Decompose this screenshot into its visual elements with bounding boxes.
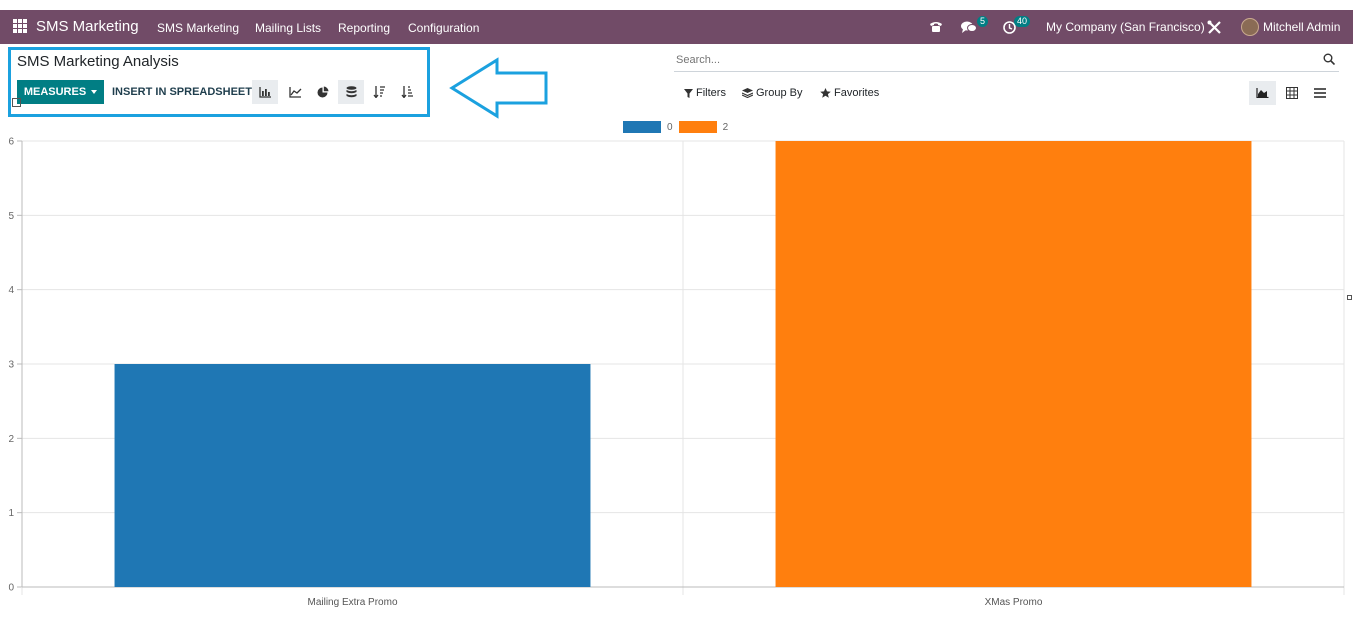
insert-in-spreadsheet-button[interactable]: INSERT IN SPREADSHEET <box>112 86 252 98</box>
pie-chart-icon <box>317 86 329 98</box>
menu-mailing-lists[interactable]: Mailing Lists <box>255 21 321 35</box>
filter-icon <box>684 88 693 98</box>
sort-descending-button[interactable] <box>366 80 392 104</box>
sort-ascending-button[interactable] <box>394 80 420 104</box>
app-brand[interactable]: SMS Marketing <box>36 18 139 35</box>
list-icon <box>1313 88 1326 98</box>
line-chart-icon <box>288 86 301 98</box>
pivot-view-button[interactable] <box>1278 81 1305 105</box>
apps-menu-icon[interactable] <box>13 19 27 33</box>
debug-tools-icon[interactable] <box>1207 20 1222 35</box>
favorites-button[interactable]: Favorites <box>820 87 879 99</box>
annotation-arrow-icon <box>449 57 548 119</box>
resize-handle[interactable] <box>1347 295 1352 300</box>
x-tick-label: XMas Promo <box>985 597 1043 608</box>
filters-label: Filters <box>696 87 726 99</box>
y-tick-label: 4 <box>8 285 14 296</box>
search-icon[interactable] <box>1323 53 1335 65</box>
measures-label: MEASURES <box>23 86 87 98</box>
company-switcher[interactable]: My Company (San Francisco) <box>1046 10 1205 44</box>
top-strip <box>0 0 1353 10</box>
list-view-button[interactable] <box>1306 81 1333 105</box>
group-by-label: Group By <box>756 87 803 99</box>
phone-icon[interactable] <box>929 20 943 33</box>
table-grid-icon <box>1285 87 1298 99</box>
layers-icon <box>742 88 753 98</box>
bar-chart-icon <box>258 86 271 98</box>
database-stack-icon <box>346 86 356 98</box>
y-tick-label: 1 <box>8 508 14 519</box>
line-chart-button[interactable] <box>282 80 308 104</box>
expand-icon[interactable] <box>12 98 21 107</box>
y-tick-label: 6 <box>8 137 14 148</box>
filters-button[interactable]: Filters <box>684 87 726 99</box>
chat-icon[interactable] <box>961 21 977 34</box>
navbar: SMS Marketing SMS Marketing Mailing List… <box>0 10 1353 44</box>
user-avatar[interactable] <box>1241 18 1259 36</box>
user-menu[interactable]: Mitchell Admin <box>1263 10 1340 44</box>
bar-series-0-0 <box>114 364 591 587</box>
stacked-button[interactable] <box>338 80 364 104</box>
sort-descending-icon <box>373 86 385 98</box>
favorites-label: Favorites <box>834 87 880 99</box>
search-input[interactable] <box>676 54 1296 66</box>
messages-badge: 5 <box>977 16 989 27</box>
pie-chart-button[interactable] <box>310 80 336 104</box>
graph-view-button[interactable] <box>1249 81 1276 105</box>
group-by-button[interactable]: Group By <box>742 87 802 99</box>
measures-button[interactable]: MEASURES <box>17 80 104 104</box>
activities-badge: 40 <box>1014 16 1031 27</box>
page-title: SMS Marketing Analysis <box>17 53 179 70</box>
search-bar <box>674 50 1339 72</box>
y-tick-label: 5 <box>8 211 14 222</box>
y-tick-label: 0 <box>8 583 14 594</box>
bar-chart: 0 1 2 3 4 5 6 Mailing Extra Promo XMas Promo <box>8 137 1345 608</box>
menu-sms-marketing[interactable]: SMS Marketing <box>157 21 239 35</box>
bar-chart-button[interactable] <box>252 80 278 104</box>
menu-configuration[interactable]: Configuration <box>408 21 479 35</box>
area-chart-icon <box>1256 88 1269 98</box>
bar-series-2-1 <box>775 141 1252 587</box>
caret-down-icon <box>91 90 98 94</box>
y-tick-label: 2 <box>8 434 14 445</box>
menu-reporting[interactable]: Reporting <box>338 21 390 35</box>
y-tick-label: 3 <box>8 360 14 371</box>
x-tick-label: Mailing Extra Promo <box>307 597 397 608</box>
sort-ascending-icon <box>401 86 413 98</box>
star-icon <box>820 88 831 98</box>
